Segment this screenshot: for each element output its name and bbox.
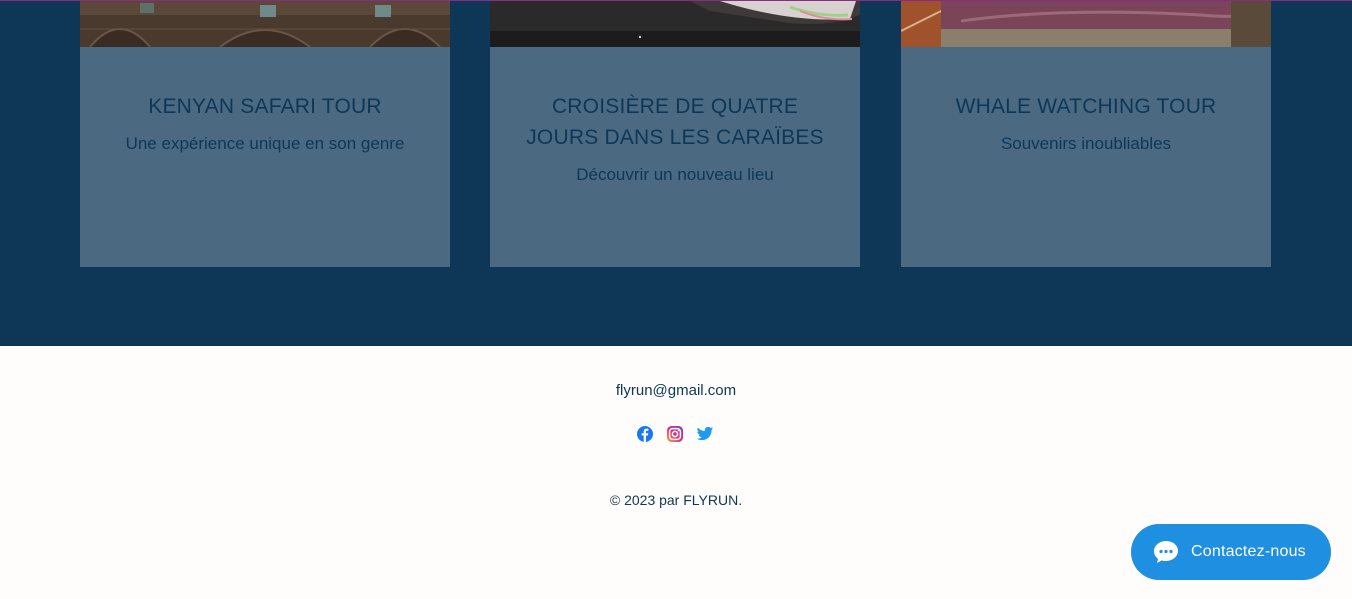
instagram-icon[interactable]: [666, 425, 684, 443]
social-bar: [636, 425, 714, 443]
tour-image-object[interactable]: [490, 1, 860, 47]
card-body: CROISIÈRE DE QUATRE JOURS DANS LES CARAÏ…: [490, 47, 860, 187]
page: KENYAN SAFARI TOUR Une expérience unique…: [0, 0, 1352, 599]
tour-image-building[interactable]: [80, 1, 450, 47]
twitter-icon[interactable]: [696, 425, 714, 443]
card-subtitle: Une expérience unique en son genre: [125, 134, 405, 153]
chat-bubble-icon: [1154, 541, 1178, 563]
tour-card-whale-watching[interactable]: WHALE WATCHING TOUR Souvenirs inoubliabl…: [901, 1, 1271, 267]
tour-card-caribbean-cruise[interactable]: CROISIÈRE DE QUATRE JOURS DANS LES CARAÏ…: [490, 1, 860, 267]
tour-card-kenyan-safari[interactable]: KENYAN SAFARI TOUR Une expérience unique…: [80, 1, 450, 267]
card-title: KENYAN SAFARI TOUR: [148, 95, 382, 118]
tours-section: KENYAN SAFARI TOUR Une expérience unique…: [0, 0, 1352, 346]
contact-chat-button[interactable]: Contactez-nous: [1131, 524, 1331, 580]
email-link[interactable]: flyrun@gmail.com: [0, 382, 1352, 399]
card-title: WHALE WATCHING TOUR: [955, 95, 1217, 118]
card-subtitle: Souvenirs inoubliables: [1000, 134, 1172, 153]
tour-image-bedroom[interactable]: [901, 1, 1271, 47]
chat-label: Contactez-nous: [1191, 543, 1306, 560]
card-body: KENYAN SAFARI TOUR Une expérience unique…: [80, 47, 450, 156]
facebook-icon[interactable]: [636, 425, 654, 443]
copyright-text: © 2023 par FLYRUN.: [609, 492, 743, 508]
card-subtitle: Découvrir un nouveau lieu: [576, 165, 774, 184]
card-title: CROISIÈRE DE QUATRE JOURS DANS LES CARAÏ…: [526, 95, 824, 149]
card-body: WHALE WATCHING TOUR Souvenirs inoubliabl…: [901, 47, 1271, 156]
